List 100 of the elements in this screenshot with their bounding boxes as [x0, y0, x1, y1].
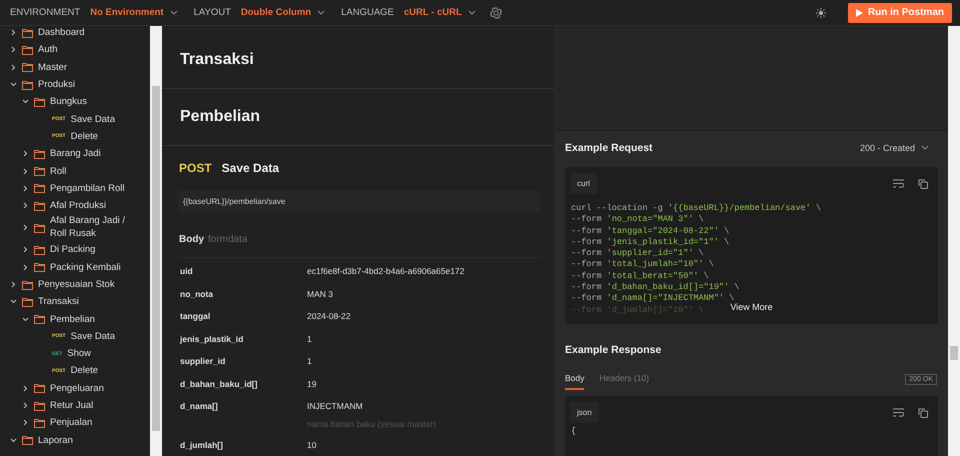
wrap-icon[interactable] [893, 179, 904, 188]
folder-item[interactable]: Transaksi [38, 296, 79, 308]
request-item[interactable]: Save Data [70, 330, 115, 342]
section-title: Transaksi [180, 51, 254, 69]
request-item[interactable]: Show [67, 348, 92, 360]
code-line: --form 'no_nota="MAN 3"' \ [571, 214, 704, 226]
param-value: 19 [307, 378, 316, 388]
code-line: { [570, 425, 576, 438]
folder-item[interactable]: Afal Produksi [50, 200, 106, 212]
folder-icon [22, 80, 33, 90]
chevron-right-icon[interactable] [10, 281, 17, 288]
code-line: --form 'total_jumlah="10"' \ [571, 259, 714, 271]
chevron-down-icon[interactable] [10, 298, 17, 306]
folder-icon [34, 200, 45, 211]
folder-item[interactable]: Pembelian [50, 314, 95, 325]
scrollbar[interactable] [150, 26, 162, 456]
scrollbar[interactable] [948, 26, 960, 456]
request-title: Save Data [222, 161, 280, 175]
folder-item[interactable]: Retur Jual [50, 400, 94, 412]
code-line: --form 'tanggal="2024-08-22"' \ [571, 226, 730, 237]
chevron-down-icon[interactable] [10, 436, 17, 444]
param-key: d_jumlah[] [178, 440, 307, 450]
chevron-right-icon[interactable] [22, 184, 29, 192]
request-item[interactable]: Save Data [70, 114, 115, 125]
section-title: Example Request [565, 142, 653, 154]
chevron-right-icon[interactable] [22, 402, 29, 410]
wrap-icon[interactable] [893, 408, 904, 417]
folder-item[interactable]: Penjualan [50, 417, 92, 428]
folder-item[interactable]: Laporan [38, 434, 73, 446]
copy-icon[interactable] [918, 178, 928, 188]
language-label: json [570, 402, 599, 423]
section-title: Pembelian [180, 108, 260, 126]
folder-item[interactable]: Master [38, 62, 68, 73]
folder-item[interactable]: Pengambilan Roll [50, 182, 124, 194]
chevron-right-icon[interactable] [22, 264, 29, 271]
code-line: --form 'jenis_plastik_id="1"' \ [571, 236, 730, 248]
param-value: 1 [307, 356, 312, 366]
tab[interactable]: Body [565, 368, 584, 390]
folder-icon [22, 435, 33, 446]
folder-item[interactable]: Barang Jadi [50, 148, 101, 160]
chevron-right-icon[interactable] [22, 246, 29, 254]
param-key: d_nama[] [178, 401, 307, 411]
chevron-right-icon[interactable] [22, 202, 29, 210]
chevron-right-icon[interactable] [22, 384, 29, 392]
folder-icon [22, 28, 33, 38]
folder-icon [34, 400, 45, 411]
folder-item[interactable]: Roll [50, 166, 66, 177]
section-title: Example Response [565, 344, 662, 356]
chevron-right-icon[interactable] [10, 29, 17, 36]
setting-label: LANGUAGE [341, 7, 394, 18]
folder-item[interactable]: Auth [38, 44, 58, 56]
setting-label: ENVIRONMENT [10, 7, 80, 18]
setting-dropdown[interactable]: Double Column [236, 7, 336, 18]
setting-label: LAYOUT [194, 7, 231, 18]
folder-icon [34, 96, 45, 107]
url-field: {{baseURL}}/pembelian/save [178, 190, 540, 213]
code-line: --form 'total_berat="50"' \ [571, 270, 709, 282]
folder-icon [34, 262, 45, 272]
chevron-right-icon[interactable] [22, 150, 29, 158]
folder-item[interactable]: Penyesuaian Stok [38, 279, 115, 290]
code-line: --form 'd_bahan_baku_id[]="19"' \ [571, 282, 740, 294]
setting-dropdown[interactable]: cURL - cURL [400, 7, 486, 18]
chevron-right-icon[interactable] [22, 224, 29, 232]
language-label: curl [570, 173, 597, 194]
chevron-right-icon[interactable] [22, 168, 29, 175]
folder-item[interactable]: Afal Barang Jadi / Roll Rusak [50, 215, 140, 240]
chevron-right-icon[interactable] [10, 46, 17, 54]
folder-item[interactable]: Bungkus [50, 96, 87, 108]
play-icon [856, 8, 863, 16]
folder-icon [34, 222, 45, 233]
sun-icon[interactable] [816, 8, 826, 18]
folder-icon [34, 418, 45, 428]
chevron-down-icon [170, 10, 178, 15]
folder-item[interactable]: Di Packing [50, 244, 96, 256]
folder-icon [22, 62, 33, 72]
body-type: formdata [208, 234, 248, 244]
chevron-down-icon [921, 145, 929, 150]
copy-icon[interactable] [918, 408, 928, 418]
param-key: supplier_id [178, 356, 307, 366]
request-item[interactable]: Delete [70, 365, 98, 376]
folder-item[interactable]: Produksi [38, 79, 75, 90]
param-key: d_bahan_baku_id[] [178, 378, 307, 388]
code-line: --form 'supplier_id="1"' \ [571, 248, 704, 260]
param-value: MAN 3 [307, 288, 333, 298]
chevron-down-icon[interactable] [10, 81, 17, 88]
settings-icon[interactable] [490, 6, 502, 18]
folder-item[interactable]: Pengeluaran [50, 382, 104, 394]
request-item[interactable]: Delete [70, 130, 98, 142]
folder-icon [34, 244, 45, 255]
param-key: no_nota [178, 288, 307, 298]
setting-dropdown[interactable]: No Environment [86, 7, 188, 18]
folder-item[interactable]: Packing Kembali [50, 262, 121, 273]
folder-item[interactable]: Dashboard [38, 27, 84, 38]
chevron-down-icon[interactable] [22, 316, 29, 323]
param-key: jenis_plastik_id [178, 334, 307, 344]
param-value: INJECTMANM [307, 401, 364, 411]
chevron-right-icon[interactable] [10, 64, 17, 71]
chevron-down-icon[interactable] [22, 98, 29, 106]
response-dropdown[interactable]: 200 - Created [854, 142, 935, 154]
chevron-right-icon[interactable] [22, 419, 29, 426]
